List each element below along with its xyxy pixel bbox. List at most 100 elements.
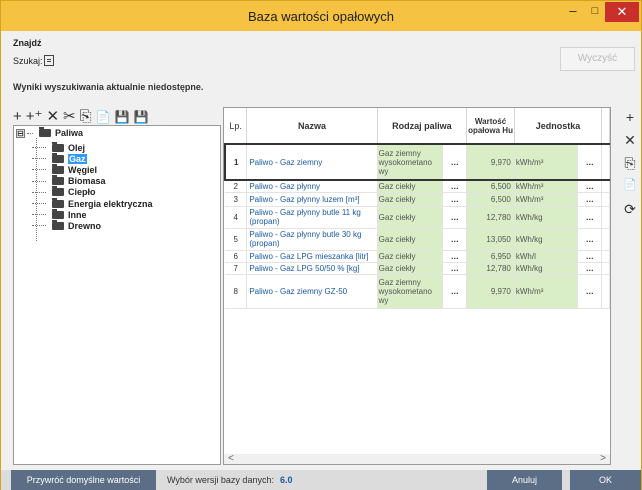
cell-nazwa[interactable]: Paliwo - Gaz ziemny: [246, 143, 378, 181]
scroll-right-icon[interactable]: >: [600, 453, 606, 464]
cell-wartosc[interactable]: 9,970: [466, 274, 515, 309]
cell-nazwa[interactable]: Paliwo - Gaz płynny butle 11 kg (propan): [246, 206, 378, 229]
header-lp[interactable]: Lp.: [225, 108, 248, 145]
cell-wartosc[interactable]: 6,950: [466, 250, 515, 263]
header-nazwa[interactable]: Nazwa: [246, 108, 378, 145]
cell-lp[interactable]: 3: [225, 192, 248, 207]
cell-nazwa[interactable]: Paliwo - Gaz płynny: [246, 180, 378, 193]
cell-rodzaj[interactable]: Gaz ciekły: [377, 250, 444, 263]
cell-wartosc[interactable]: 9,970: [466, 143, 515, 181]
jednostka-picker-button[interactable]: …: [577, 143, 603, 181]
minimize-button[interactable]: –: [563, 4, 583, 21]
add-row-icon[interactable]: +: [621, 109, 639, 132]
jednostka-picker-button[interactable]: …: [577, 180, 603, 193]
cell-spacer[interactable]: [601, 262, 610, 275]
scroll-left-icon[interactable]: <: [228, 453, 234, 464]
copy-icon[interactable]: ⎘: [80, 109, 92, 125]
cell-lp[interactable]: 2: [225, 180, 248, 193]
cell-wartosc[interactable]: 13,050: [466, 228, 515, 251]
cell-rodzaj[interactable]: Gaz ciekły: [377, 262, 444, 275]
rodzaj-picker-button[interactable]: …: [442, 180, 468, 193]
cell-jednostka[interactable]: kWh/kg: [514, 206, 579, 229]
cell-spacer[interactable]: [601, 180, 610, 193]
cell-lp[interactable]: 7: [225, 262, 248, 275]
cell-wartosc[interactable]: 6,500: [466, 180, 515, 193]
table-row[interactable]: 5 Paliwo - Gaz płynny butle 30 kg (propan…: [225, 228, 610, 251]
cell-jednostka[interactable]: kWh/kg: [514, 228, 579, 251]
cell-jednostka[interactable]: kWh/m³: [514, 274, 579, 309]
tree-item-biomasa[interactable]: Biomasa: [32, 175, 153, 187]
cell-lp[interactable]: 4: [225, 206, 248, 229]
cell-spacer[interactable]: [601, 228, 610, 251]
tree-item-energia[interactable]: Energia elektryczna: [32, 197, 153, 209]
cell-spacer[interactable]: [601, 143, 610, 181]
cell-jednostka[interactable]: kWh/m³: [514, 180, 579, 193]
cell-lp[interactable]: 5: [225, 228, 248, 251]
cell-wartosc[interactable]: 12,780: [466, 262, 515, 275]
cell-rodzaj[interactable]: Gaz ciekły: [377, 228, 444, 251]
cell-jednostka[interactable]: kWh/m³: [514, 192, 579, 207]
header-wartosc[interactable]: Wartość opałowa Hu: [466, 108, 515, 145]
version-selector[interactable]: Wybór wersji bazy danych: 6.0: [167, 475, 292, 485]
tree-item-drewno[interactable]: Drewno: [32, 219, 153, 231]
cell-nazwa[interactable]: Paliwo - Gaz LPG 50/50 % [kg]: [246, 262, 378, 275]
cell-lp[interactable]: 1: [224, 143, 248, 181]
cell-jednostka[interactable]: kWh/kg: [514, 262, 579, 275]
cell-jednostka[interactable]: kWh/l: [514, 250, 579, 263]
tree-item-gaz[interactable]: Gaz: [32, 152, 153, 164]
tree-item-inne[interactable]: Inne: [32, 208, 153, 220]
header-rodzaj[interactable]: Rodzaj paliwa: [377, 108, 468, 145]
cell-rodzaj[interactable]: Gaz ziemny wysokometano wy: [377, 143, 444, 181]
add-child-icon[interactable]: +⁺: [26, 109, 43, 125]
cell-rodzaj[interactable]: Gaz ciekły: [377, 206, 444, 229]
jednostka-picker-button[interactable]: …: [577, 262, 603, 275]
cell-nazwa[interactable]: Paliwo - Gaz płynny luzem [m³]: [246, 192, 378, 207]
cell-rodzaj[interactable]: Gaz ziemny wysokometano wy: [377, 274, 444, 309]
horizontal-scrollbar[interactable]: < >: [224, 453, 610, 464]
restore-defaults-button[interactable]: Przywróć domyślne wartości: [11, 470, 156, 490]
cell-wartosc[interactable]: 12,780: [466, 206, 515, 229]
rodzaj-picker-button[interactable]: …: [442, 250, 468, 263]
clear-button[interactable]: Wyczyść: [560, 47, 635, 71]
paste-row-icon[interactable]: 📄: [621, 178, 639, 201]
cell-nazwa[interactable]: Paliwo - Gaz płynny butle 30 kg (propan): [246, 228, 378, 251]
cell-rodzaj[interactable]: Gaz ciekły: [377, 180, 444, 193]
copy-row-icon[interactable]: ⎘: [621, 155, 639, 178]
tree-item-wegiel[interactable]: Węgiel: [32, 163, 153, 175]
maximize-button[interactable]: □: [585, 5, 605, 21]
header-jednostka[interactable]: Jednostka: [514, 108, 603, 145]
add-icon[interactable]: +: [13, 109, 22, 125]
cell-lp[interactable]: 6: [225, 250, 248, 263]
cell-nazwa[interactable]: Paliwo - Gaz ziemny GZ-50: [246, 274, 378, 309]
cell-spacer[interactable]: [601, 206, 610, 229]
table-row[interactable]: 3 Paliwo - Gaz płynny luzem [m³] Gaz ciekł…: [225, 192, 610, 207]
table-row[interactable]: 1 Paliwo - Gaz ziemny Gaz ziemny wysokomet…: [224, 143, 610, 181]
jednostka-picker-button[interactable]: …: [577, 274, 603, 309]
cell-lp[interactable]: 8: [225, 274, 248, 309]
rodzaj-picker-button[interactable]: …: [442, 206, 468, 229]
rodzaj-picker-button[interactable]: …: [442, 143, 468, 181]
cancel-button[interactable]: Anuluj: [487, 470, 562, 490]
tree-item-olej[interactable]: Olej: [32, 141, 153, 153]
rodzaj-picker-button[interactable]: …: [442, 228, 468, 251]
jednostka-picker-button[interactable]: …: [577, 250, 603, 263]
save-all-icon[interactable]: 💾: [134, 109, 149, 125]
close-button[interactable]: ✕: [605, 2, 639, 22]
table-row[interactable]: 8 Paliwo - Gaz ziemny GZ-50 Gaz ziemny wys…: [225, 274, 610, 309]
table-row[interactable]: 6 Paliwo - Gaz LPG mieszanka [litr] Gaz ci…: [225, 250, 610, 263]
delete-row-icon[interactable]: ✕: [621, 132, 639, 155]
collapse-icon[interactable]: ⊟: [16, 128, 25, 138]
cell-spacer[interactable]: [601, 192, 610, 207]
cell-nazwa[interactable]: Paliwo - Gaz LPG mieszanka [litr]: [246, 250, 378, 263]
cell-wartosc[interactable]: 6,500: [466, 192, 515, 207]
jednostka-picker-button[interactable]: …: [577, 192, 603, 207]
cell-jednostka[interactable]: kWh/m³: [514, 143, 579, 181]
cut-icon[interactable]: ✂: [63, 109, 76, 125]
table-row[interactable]: 7 Paliwo - Gaz LPG 50/50 % [kg] Gaz ciekły…: [225, 262, 610, 275]
cell-spacer[interactable]: [601, 274, 610, 309]
table-row[interactable]: 4 Paliwo - Gaz płynny butle 11 kg (propan…: [225, 206, 610, 229]
save-icon[interactable]: 💾: [115, 109, 130, 125]
tree-item-cieplo[interactable]: Ciepło: [32, 186, 153, 198]
table-row[interactable]: 2 Paliwo - Gaz płynny Gaz ciekły… 6,500 kWh/…: [225, 180, 610, 193]
cell-spacer[interactable]: [601, 250, 610, 263]
